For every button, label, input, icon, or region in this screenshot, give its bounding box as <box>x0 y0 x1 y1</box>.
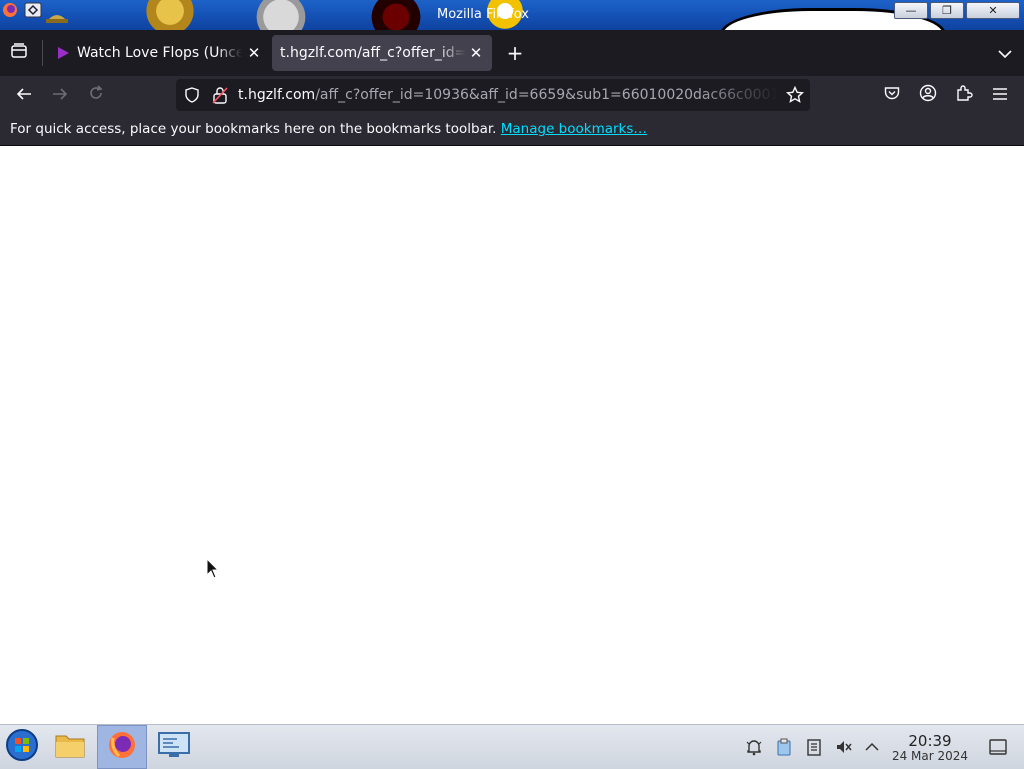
puzzle-piece-icon <box>955 84 973 106</box>
navigation-toolbar: t.hgzlf.com/aff_c?offer_id=10936&aff_id=… <box>0 76 1024 114</box>
tab-strip: Watch Love Flops (Uncensored) ✕ t.hgzlf.… <box>0 30 1024 76</box>
taskbar: 20:39 24 Mar 2024 <box>0 724 1024 769</box>
maximize-button[interactable]: ❐ <box>930 2 964 19</box>
clock-time[interactable]: 20:39 <box>892 732 968 750</box>
tab-separator <box>42 40 43 66</box>
bookmarks-empty-message: For quick access, place your bookmarks h… <box>10 121 647 137</box>
url-host: t.hgzlf.com <box>238 87 316 103</box>
bookmark-star-icon[interactable] <box>785 85 805 108</box>
minimize-button[interactable]: — <box>894 2 928 19</box>
manage-bookmarks-link[interactable]: Manage bookmarks… <box>501 121 647 137</box>
url-bar[interactable]: t.hgzlf.com/aff_c?offer_id=10936&aff_id=… <box>176 79 810 111</box>
firefox-view-button[interactable] <box>4 38 34 68</box>
app-menu-button[interactable] <box>985 80 1015 110</box>
close-tab-icon[interactable]: ✕ <box>244 43 264 63</box>
list-all-tabs-button[interactable] <box>990 38 1020 68</box>
start-orb-icon <box>5 728 39 766</box>
bookmarks-hint-text: For quick access, place your bookmarks h… <box>10 121 497 137</box>
new-tab-button[interactable]: + <box>500 38 530 68</box>
start-button[interactable] <box>2 725 42 769</box>
chevron-down-icon <box>998 44 1012 63</box>
clipboard-icon[interactable] <box>774 737 794 757</box>
bookmarks-toolbar: For quick access, place your bookmarks h… <box>0 114 1024 146</box>
tracking-protection-shield-icon[interactable] <box>184 87 200 107</box>
firefox-view-icon <box>10 42 28 64</box>
url-path: /aff_c?offer_id=10936&aff_id=6659&sub1=6… <box>315 87 778 103</box>
show-desktop-icon[interactable] <box>988 737 1008 757</box>
back-button[interactable] <box>9 80 39 110</box>
forward-button[interactable] <box>45 80 75 110</box>
extensions-button[interactable] <box>949 80 979 110</box>
tab-watch-love-flops[interactable]: Watch Love Flops (Uncensored) ✕ <box>46 35 270 71</box>
tab-hgzlf-active[interactable]: t.hgzlf.com/aff_c?offer_id=10936 ✕ <box>272 35 492 71</box>
forward-arrow-icon <box>52 86 68 105</box>
notifications-bell-icon[interactable] <box>744 737 764 757</box>
reload-icon <box>88 85 104 105</box>
tab-label: Watch Love Flops (Uncensored) <box>77 45 242 61</box>
account-icon <box>919 84 937 106</box>
window-titlebar[interactable]: Mozilla Firefox — ❐ ✕ <box>0 0 1024 30</box>
close-window-button[interactable]: ✕ <box>966 2 1020 19</box>
window-title: Mozilla Firefox <box>437 7 529 22</box>
account-button[interactable] <box>913 80 943 110</box>
close-tab-icon[interactable]: ✕ <box>466 43 486 63</box>
save-to-pocket-button[interactable] <box>877 80 907 110</box>
firefox-icon <box>107 730 137 764</box>
volume-muted-icon[interactable] <box>834 737 854 757</box>
mouse-pointer-icon <box>206 557 220 584</box>
play-triangle-icon <box>56 46 70 64</box>
clock-date[interactable]: 24 Mar 2024 <box>886 749 974 763</box>
url-text[interactable]: t.hgzlf.com/aff_c?offer_id=10936&aff_id=… <box>238 87 778 103</box>
window-controls: — ❐ ✕ <box>894 2 1020 19</box>
taskbar-remote-desktop[interactable] <box>152 725 196 769</box>
taskbar-firefox[interactable] <box>97 725 147 769</box>
folder-icon <box>54 731 86 763</box>
tab-label: t.hgzlf.com/aff_c?offer_id=10936 <box>280 45 466 61</box>
insecure-lock-icon[interactable] <box>212 86 228 108</box>
taskbar-file-manager[interactable] <box>48 725 92 769</box>
back-arrow-icon <box>16 86 32 105</box>
reload-button[interactable] <box>81 80 111 110</box>
show-hidden-icons-chevron-icon[interactable] <box>862 737 882 757</box>
storage-device-icon[interactable] <box>804 737 824 757</box>
monitor-icon <box>157 731 191 763</box>
hamburger-menu-icon <box>992 86 1008 105</box>
pocket-icon <box>884 85 900 105</box>
page-content[interactable] <box>0 146 1024 724</box>
